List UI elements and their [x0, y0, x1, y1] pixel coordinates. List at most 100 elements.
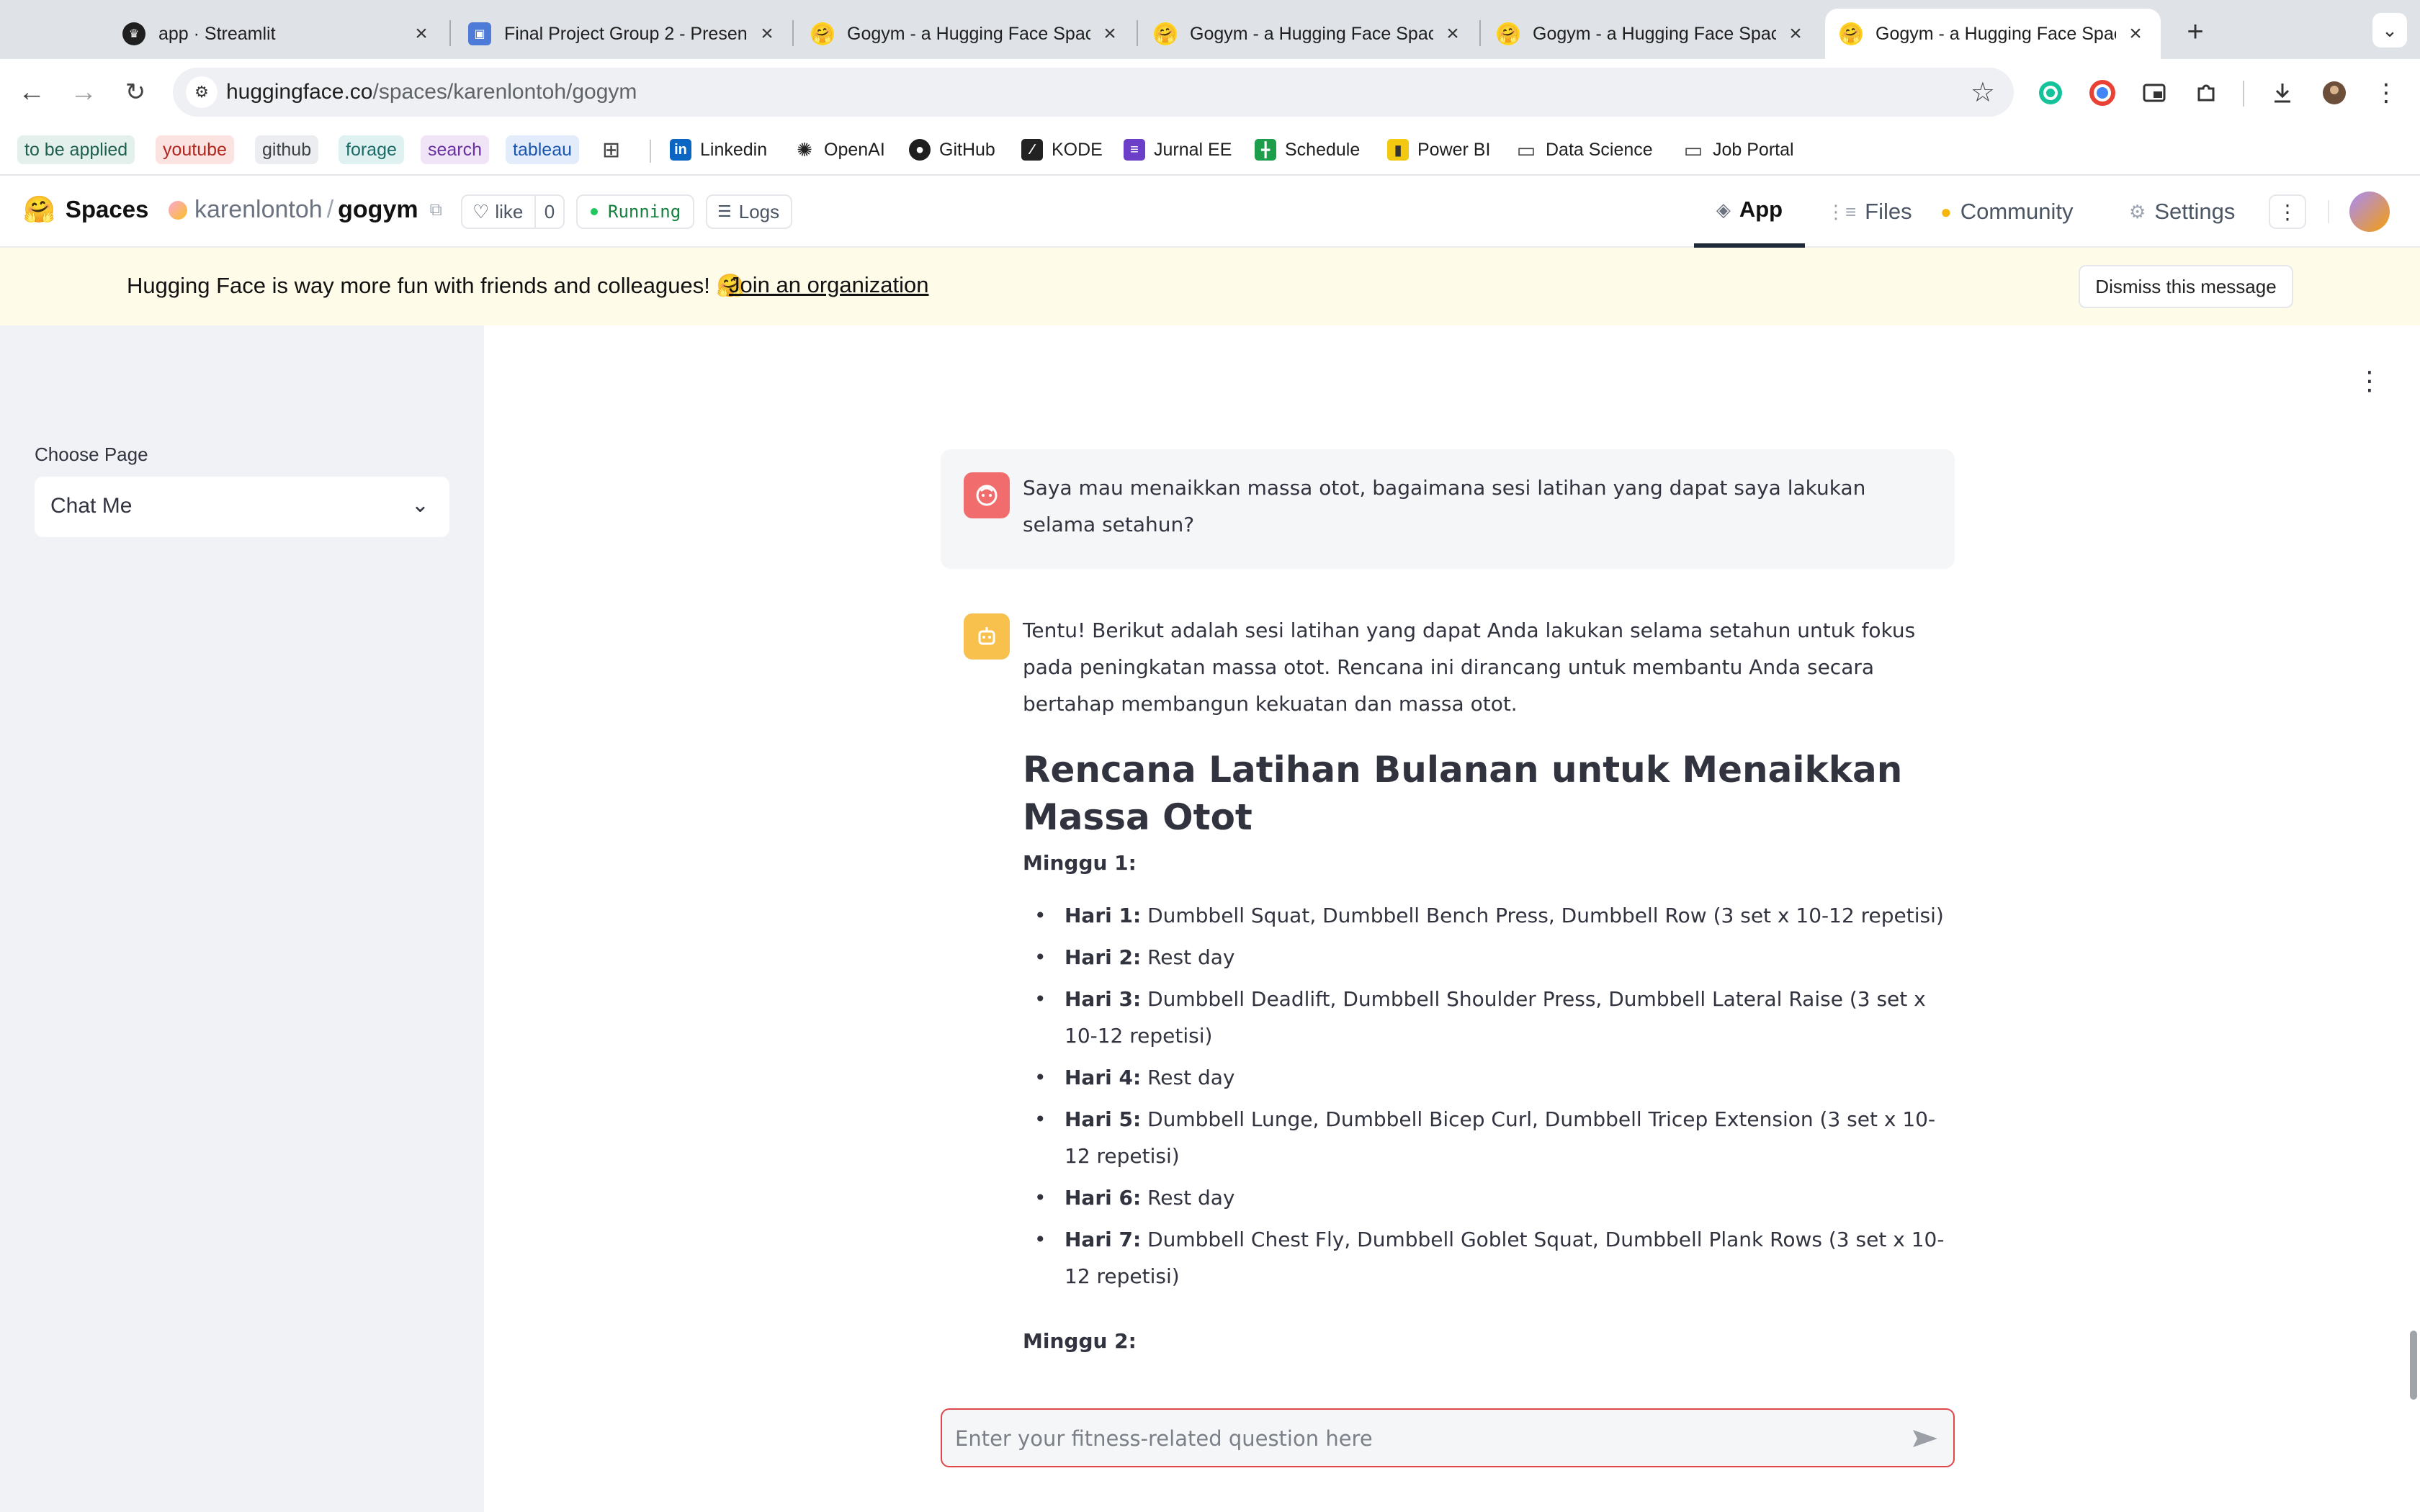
- new-tab-icon[interactable]: +: [2177, 13, 2214, 50]
- space-breadcrumb: karenlontoh / gogym ⧉: [169, 196, 442, 224]
- bookmark-kode[interactable]: ∕ KODE: [1021, 135, 1103, 164]
- spaces-logo[interactable]: 🤗 Spaces: [23, 194, 148, 225]
- reload-icon[interactable]: ↻: [117, 73, 154, 111]
- space-name-link[interactable]: gogym: [338, 196, 418, 224]
- forward-icon[interactable]: →: [65, 73, 102, 111]
- profile-avatar-icon[interactable]: [2318, 76, 2351, 109]
- logs-button[interactable]: ☰ Logs: [706, 194, 792, 229]
- chevron-down-icon: ⌄: [411, 493, 429, 517]
- bookmark-chip[interactable]: to be applied: [17, 135, 135, 164]
- dismiss-button[interactable]: Dismiss this message: [2079, 265, 2293, 308]
- hugging-face-icon: 🤗: [1154, 22, 1177, 45]
- like-button[interactable]: ♡ like 0: [461, 194, 565, 229]
- close-tab-icon[interactable]: ×: [411, 22, 432, 46]
- folder-icon: ▭: [1683, 138, 1703, 161]
- page-select[interactable]: Chat Me ⌄: [35, 477, 449, 537]
- owner-avatar: [169, 200, 187, 220]
- picture-in-picture-icon[interactable]: [2138, 76, 2171, 109]
- tab-divider: [792, 20, 794, 46]
- hugging-face-icon: 🤗: [1497, 22, 1520, 45]
- list-item: Hari 1: Dumbbell Squat, Dumbbell Bench P…: [1023, 897, 1945, 934]
- site-info-icon[interactable]: ⚙: [186, 76, 218, 108]
- tab-app[interactable]: ◈ App: [1694, 176, 1805, 248]
- join-organization-link[interactable]: Join an organization: [729, 272, 928, 298]
- address-bar[interactable]: ⚙ huggingface.co/spaces/karenlontoh/gogy…: [173, 68, 2014, 117]
- bookmark-chip[interactable]: github: [255, 135, 319, 164]
- send-icon[interactable]: [1909, 1423, 1940, 1454]
- browser-tab[interactable]: 🤗 Gogym - a Hugging Face Space ×: [1139, 9, 1478, 59]
- browser-tab-active[interactable]: 🤗 Gogym - a Hugging Face Space ×: [1825, 9, 2161, 59]
- download-icon[interactable]: [2266, 76, 2299, 109]
- browser-menu-icon[interactable]: ⋮: [2370, 76, 2403, 109]
- spaces-label: Spaces: [65, 196, 149, 222]
- url-text[interactable]: huggingface.co/spaces/karenlontoh/gogym: [226, 80, 637, 104]
- list-item: Hari 6: Rest day: [1023, 1179, 1945, 1216]
- browser-tab[interactable]: 🤗 Gogym - a Hugging Face Space ×: [797, 9, 1135, 59]
- bookmark-github[interactable]: ● GitHub: [909, 135, 995, 164]
- org-banner: Hugging Face is way more fun with friend…: [0, 248, 2420, 325]
- bookmark-star-icon[interactable]: ☆: [1971, 76, 1995, 109]
- close-tab-icon[interactable]: ×: [756, 22, 778, 46]
- bookmark-linkedin[interactable]: in Linkedin: [670, 135, 767, 164]
- gear-icon: ⚙: [2129, 200, 2146, 222]
- app-menu-icon[interactable]: ⋮: [2357, 366, 2383, 396]
- owner-link[interactable]: karenlontoh: [194, 196, 323, 224]
- linkedin-icon: in: [670, 139, 691, 161]
- more-options-icon[interactable]: ⋮: [2269, 194, 2306, 229]
- close-tab-icon[interactable]: ×: [1099, 22, 1121, 46]
- banner-message: Hugging Face is way more fun with friend…: [127, 273, 745, 298]
- list-item: Hari 7: Dumbbell Chest Fly, Dumbbell Gob…: [1023, 1221, 1945, 1295]
- hugging-face-icon: 🤗: [23, 194, 55, 224]
- bookmarks-bar: to be applied youtube github forage sear…: [0, 125, 2420, 176]
- github-icon: ●: [909, 139, 931, 161]
- tab-divider: [1137, 20, 1138, 46]
- close-tab-icon[interactable]: ×: [1442, 22, 1464, 46]
- apps-grid-icon[interactable]: ⊞: [602, 135, 620, 164]
- bookmark-schedule[interactable]: ╋ Schedule: [1255, 135, 1360, 164]
- bookmark-divider: [650, 140, 651, 163]
- folder-icon: ▭: [1516, 138, 1536, 161]
- streamlit-sidebar: Choose Page Chat Me ⌄: [0, 325, 484, 1512]
- tab-community[interactable]: ● Community: [1940, 176, 2073, 248]
- running-dot-icon: [591, 208, 598, 215]
- bookmark-chip[interactable]: search: [421, 135, 490, 164]
- scrollbar-thumb[interactable]: [2410, 1331, 2417, 1400]
- grammarly-extension-icon[interactable]: [2034, 76, 2067, 109]
- logs-icon: ☰: [717, 202, 732, 220]
- breadcrumb-separator: /: [326, 196, 334, 223]
- bookmark-openai[interactable]: ✺ OpenAI: [794, 135, 885, 164]
- bookmark-powerbi[interactable]: ▮ Power BI: [1387, 135, 1490, 164]
- bookmark-job-portal[interactable]: ▭ Job Portal: [1682, 135, 1794, 164]
- extensions-puzzle-icon[interactable]: [2190, 76, 2223, 109]
- browser-tab[interactable]: 🤗 Gogym - a Hugging Face Space ×: [1482, 9, 1821, 59]
- tab-title: Gogym - a Hugging Face Space: [1533, 23, 1776, 44]
- browser-tab[interactable]: ♛ app · Streamlit ×: [108, 9, 447, 59]
- browser-toolbar: ← → ↻ ⚙ huggingface.co/spaces/karenlonto…: [0, 59, 2420, 125]
- bookmark-data-science[interactable]: ▭ Data Science: [1515, 135, 1653, 164]
- tab-files[interactable]: ⋮≡ Files: [1827, 176, 1912, 248]
- copy-icon[interactable]: ⧉: [430, 200, 442, 220]
- day-list: Hari 1: Dumbbell Squat, Dumbbell Bench P…: [1023, 897, 1945, 1300]
- browser-tab[interactable]: ▣ Final Project Group 2 - Presentation ×: [454, 9, 792, 59]
- list-item: Hari 2: Rest day: [1023, 939, 1945, 976]
- list-item: Hari 3: Dumbbell Deadlift, Dumbbell Shou…: [1023, 981, 1945, 1054]
- header-divider: [2328, 200, 2329, 223]
- close-tab-icon[interactable]: ×: [2125, 22, 2146, 46]
- user-avatar[interactable]: [2349, 192, 2390, 232]
- bot-avatar-icon: [964, 613, 1010, 660]
- chat-input[interactable]: Enter your fitness-related question here: [941, 1408, 1955, 1467]
- assistant-message: Tentu! Berikut adalah sesi latihan yang …: [941, 603, 1955, 1410]
- bookmark-chip[interactable]: forage: [339, 135, 404, 164]
- color-extension-icon[interactable]: [2086, 76, 2119, 109]
- bookmark-chip[interactable]: tableau: [506, 135, 580, 164]
- bookmark-jurnal[interactable]: ≡ Jurnal EE: [1124, 135, 1232, 164]
- bookmark-chip[interactable]: youtube: [156, 135, 234, 164]
- tab-search-chevron-icon[interactable]: ⌄: [2372, 13, 2407, 48]
- back-icon[interactable]: ←: [13, 73, 50, 111]
- close-tab-icon[interactable]: ×: [1785, 22, 1806, 46]
- assistant-intro-text: Tentu! Berikut adalah sesi latihan yang …: [1023, 618, 1916, 716]
- browser-tab-strip: ♛ app · Streamlit × ▣ Final Project Grou…: [0, 0, 2420, 59]
- sheets-icon: ╋: [1255, 139, 1276, 161]
- user-message: Saya mau menaikkan massa otot, bagaimana…: [941, 449, 1955, 569]
- tab-settings[interactable]: ⚙ Settings: [2129, 176, 2235, 248]
